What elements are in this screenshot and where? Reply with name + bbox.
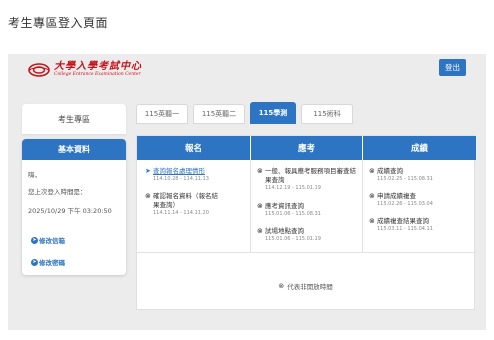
edit-email-label: 修改信箱 xyxy=(39,237,65,245)
column-header-exam: 應考 xyxy=(251,136,362,160)
profile-card: 基本資料 嗨， 您上次登入時間是： 2025/10/29 下午 03:20:50… xyxy=(22,139,126,275)
x-circle-icon: ⊗ xyxy=(369,217,375,225)
date-range: 115.02.25 - 115.08.31 xyxy=(377,176,433,182)
date-range: 115.03.11 - 115.04.11 xyxy=(377,226,433,232)
item-label: 成績查詢 xyxy=(377,167,403,175)
logo-subtitle: College Entrance Examination Center xyxy=(54,72,141,78)
item-label: 試場地點查詢 xyxy=(265,227,304,235)
item-label: 確認報名資料（報名結果查詢） xyxy=(153,192,218,209)
column-divider xyxy=(250,160,251,252)
list-item: ⊗ 試場地點查詢 115.01.06 - 115.01.19 xyxy=(257,227,361,243)
greeting-text: 嗨， xyxy=(28,171,41,179)
date-range: 115.01.06 - 115.08.31 xyxy=(265,211,321,217)
list-item: ⊗ 應考資訊查詢 115.01.06 - 115.08.31 xyxy=(257,202,361,218)
arrow-circle-right-icon: ➤ xyxy=(31,236,38,244)
list-item: ⊗ 申請成績複查 115.02.26 - 115.03.04 xyxy=(369,192,473,208)
legend-text: 代表非開放時間 xyxy=(287,283,333,291)
last-login-value: 2025/10/29 下午 03:20:50 xyxy=(28,207,112,215)
list-item[interactable]: ➤ 查詢報名處理情形 114.10.28 - 114.11.13 xyxy=(145,167,247,183)
x-circle-icon: ⊗ xyxy=(369,192,375,200)
tab-english-listening-1[interactable]: 115英聽一 xyxy=(136,104,188,124)
legend-note: ⊗ 代表非開放時間 xyxy=(137,281,474,291)
last-login-label: 您上次登入時間是： xyxy=(28,188,87,196)
table-divider xyxy=(137,252,474,253)
item-label: 成績複查結果查詢 xyxy=(377,217,429,225)
date-range: 114.10.28 - 114.11.13 xyxy=(153,176,209,182)
list-item: ⊗ 成績複查結果查詢 115.03.11 - 115.04.11 xyxy=(369,217,473,233)
item-label: 應考資訊查詢 xyxy=(265,202,304,210)
column-header-registration: 報名 xyxy=(137,136,250,160)
logo-title: 大學入學考試中心 xyxy=(54,61,142,73)
edit-password-link[interactable]: ➤ 修改密碼 xyxy=(31,257,65,267)
x-circle-icon: ⊗ xyxy=(145,192,151,200)
edit-password-label: 修改密碼 xyxy=(39,259,65,267)
x-circle-icon: ⊗ xyxy=(257,167,263,175)
arrow-circle-right-icon: ➤ xyxy=(31,258,38,266)
date-range: 114.11.14 - 114.11.20 xyxy=(153,210,209,216)
date-range: 115.02.26 - 115.03.04 xyxy=(377,201,433,207)
list-item: ⊗ 一般、報具應考服務項目審查結果查詢 114.12.19 - 115.01.1… xyxy=(257,167,361,192)
tab-arts-exam[interactable]: 115術科 xyxy=(301,104,353,124)
ceec-logo-mark-icon xyxy=(28,63,50,77)
tab-gsat[interactable]: 115學測 xyxy=(250,102,296,124)
registration-status-link[interactable]: 查詢報名處理情形 xyxy=(153,167,209,176)
item-label: 申請成績複查 xyxy=(377,192,416,200)
column-header-scores: 成績 xyxy=(363,136,476,160)
arrow-circle-right-icon: ➤ xyxy=(145,167,151,175)
x-circle-icon: ⊗ xyxy=(257,227,263,235)
edit-email-link[interactable]: ➤ 修改信箱 xyxy=(31,235,65,245)
x-circle-icon: ⊗ xyxy=(278,282,285,290)
list-item: ⊗ 確認報名資料（報名結果查詢） 114.11.14 - 114.11.20 xyxy=(145,192,223,217)
date-range: 115.01.06 - 115.01.19 xyxy=(265,236,321,242)
x-circle-icon: ⊗ xyxy=(257,202,263,210)
ceec-logo[interactable]: 大學入學考試中心 College Entrance Examination Ce… xyxy=(28,62,142,78)
profile-card-title: 基本資料 xyxy=(22,139,126,160)
list-item: ⊗ 成績查詢 115.02.25 - 115.08.31 xyxy=(369,167,473,183)
page-title: 考生專區登入頁面 xyxy=(8,16,109,30)
column-divider xyxy=(362,160,363,252)
item-label: 一般、報具應考服務項目審查結果查詢 xyxy=(265,167,356,184)
date-range: 114.12.19 - 115.01.19 xyxy=(265,185,321,191)
sidebar-heading: 考生專區 xyxy=(22,104,126,134)
exam-services-table: 報名 應考 成績 ➤ 查詢報名處理情形 114.10.28 - 114.11.1… xyxy=(136,135,476,310)
x-circle-icon: ⊗ xyxy=(369,167,375,175)
tab-english-listening-2[interactable]: 115英聽二 xyxy=(193,104,245,124)
logout-button[interactable]: 登出 xyxy=(439,59,466,76)
